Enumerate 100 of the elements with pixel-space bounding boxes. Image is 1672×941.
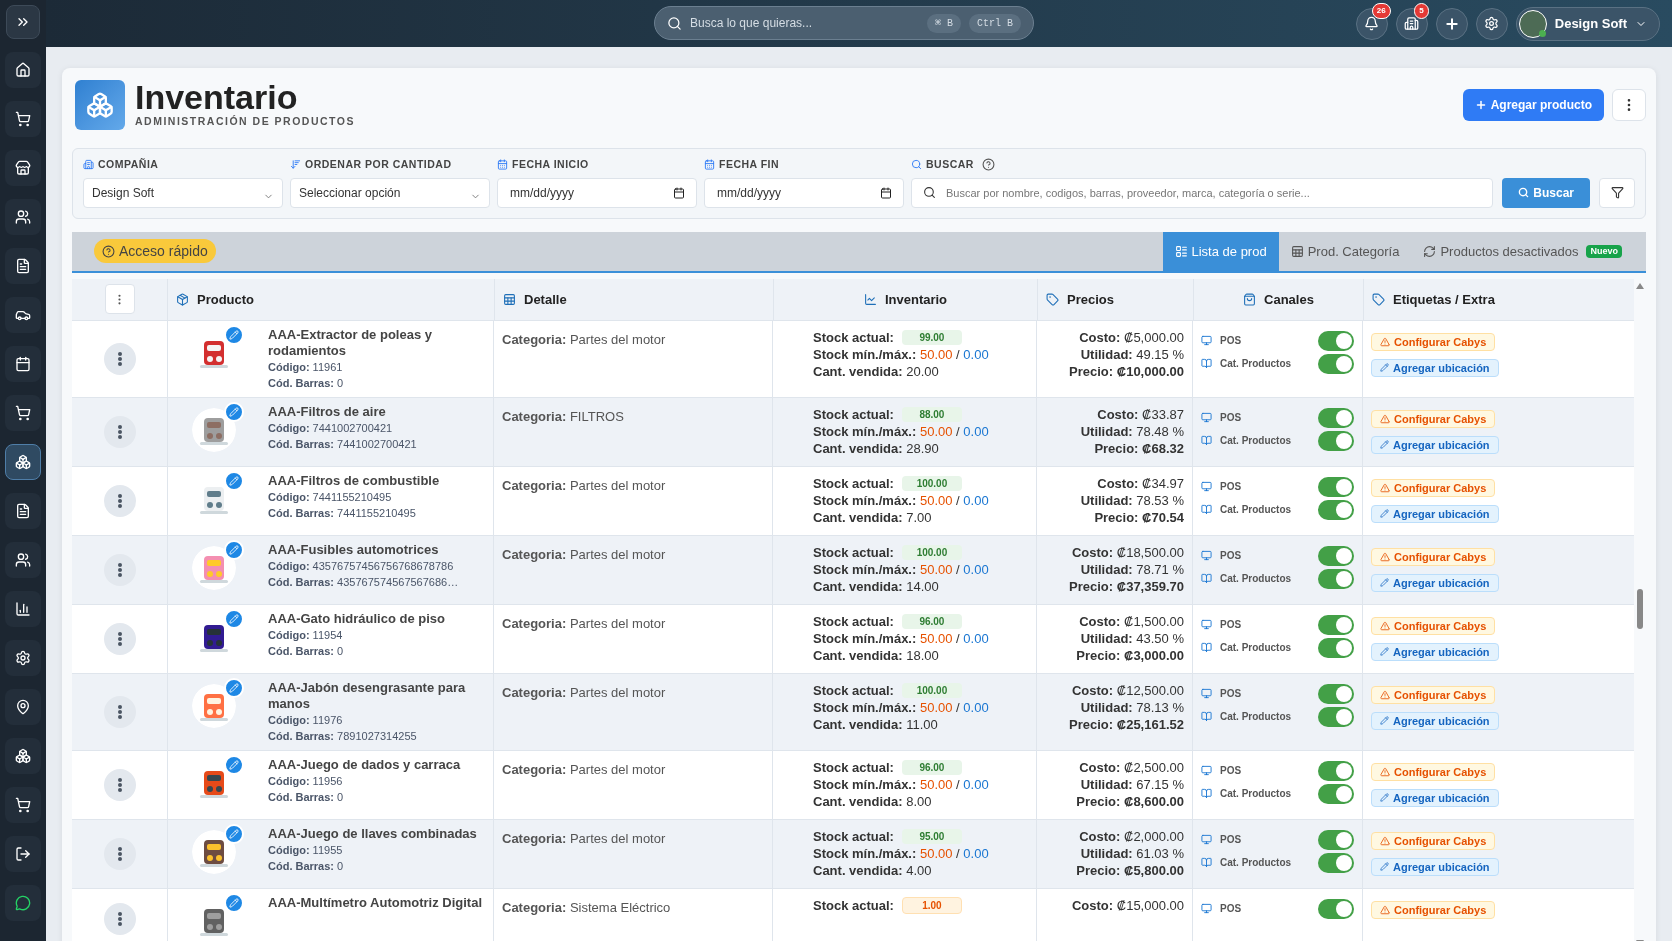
user-menu-button[interactable]: Design Soft [1515, 6, 1660, 41]
toggle-switch[interactable] [1318, 683, 1354, 704]
configure-tag[interactable]: Configurar Cabys [1371, 332, 1496, 351]
users-icon [15, 552, 31, 568]
tab[interactable]: Lista de prod [1162, 231, 1279, 271]
sidebar-item[interactable] [5, 787, 41, 823]
toggle-switch[interactable] [1318, 330, 1354, 351]
add-location-tag[interactable]: Agregar ubicación [1371, 573, 1499, 592]
toggle-switch[interactable] [1318, 760, 1354, 781]
filter-button[interactable] [1599, 177, 1635, 208]
sidebar-item[interactable] [5, 444, 41, 480]
settings-button[interactable] [1475, 7, 1508, 40]
add-product-button[interactable]: Agregar producto [1462, 89, 1604, 121]
toggle-switch[interactable] [1318, 706, 1354, 727]
toggle-switch[interactable] [1318, 545, 1354, 566]
price-line: Precio: ₡25,161.52 [1069, 715, 1184, 733]
search-button[interactable]: Buscar [1502, 177, 1590, 208]
product-code: Cód. Barras: 7891027314255 [268, 728, 418, 744]
pencil-icon [229, 406, 239, 417]
add-location-tag[interactable]: Agregar ubicación [1371, 857, 1499, 876]
edit-badge[interactable] [224, 608, 244, 629]
help-icon[interactable] [981, 158, 995, 172]
calendar-icon[interactable] [880, 186, 892, 199]
row-menu-button[interactable] [103, 342, 136, 375]
product-code: Cód. Barras: 7441155210495 [268, 505, 417, 521]
sidebar-item[interactable] [5, 836, 41, 872]
toggle-switch[interactable] [1318, 407, 1354, 428]
row-menu-button[interactable] [103, 484, 136, 517]
sidebar-item[interactable] [5, 297, 41, 333]
configure-tag[interactable]: Configurar Cabys [1371, 685, 1496, 704]
configure-tag[interactable]: Configurar Cabys [1371, 409, 1496, 428]
date-field[interactable]: mm/dd/yyyy [497, 177, 697, 208]
sidebar-item[interactable] [5, 248, 41, 284]
toggle-switch[interactable] [1318, 353, 1354, 374]
monitor-icon [1201, 481, 1212, 493]
search-icon [911, 159, 922, 171]
row-menu-button[interactable] [103, 622, 136, 655]
add-location-tag[interactable]: Agregar ubicación [1371, 788, 1499, 807]
sidebar-item[interactable] [5, 150, 41, 186]
add-location-tag[interactable]: Agregar ubicación [1371, 435, 1499, 454]
sidebar-item[interactable] [5, 199, 41, 235]
toggle-switch[interactable] [1318, 898, 1354, 919]
add-button[interactable] [1435, 7, 1468, 40]
toggle-switch[interactable] [1318, 852, 1354, 873]
scrollbar-thumb[interactable] [1637, 588, 1643, 629]
date-field[interactable]: mm/dd/yyyy [704, 177, 904, 208]
sidebar-item[interactable] [5, 346, 41, 382]
configure-tag[interactable]: Configurar Cabys [1371, 547, 1496, 566]
product-code: Código: 43576757456756768678786 [268, 558, 455, 574]
add-location-tag[interactable]: Agregar ubicación [1371, 358, 1499, 377]
edit-badge[interactable] [224, 754, 244, 775]
edit-badge[interactable] [224, 677, 244, 698]
tab[interactable]: Prod. Categoría [1278, 231, 1412, 271]
edit-badge[interactable] [224, 892, 244, 913]
global-search-field[interactable]: Busca lo que quieras... ⌘ B Ctrl B [654, 6, 1034, 40]
sidebar-item[interactable] [5, 689, 41, 725]
select-field[interactable]: Seleccionar opción [290, 177, 490, 208]
row-menu-button[interactable] [103, 695, 136, 728]
row-menu-button[interactable] [103, 415, 136, 448]
toggle-switch[interactable] [1318, 783, 1354, 804]
row-menu-button[interactable] [103, 553, 136, 586]
add-location-tag[interactable]: Agregar ubicación [1371, 642, 1499, 661]
sidebar-item[interactable] [5, 101, 41, 137]
quick-access-badge[interactable]: Acceso rápido [94, 239, 216, 264]
sidebar-item[interactable] [5, 738, 41, 774]
edit-badge[interactable] [224, 539, 244, 560]
configure-tag[interactable]: Configurar Cabys [1371, 831, 1496, 850]
edit-badge[interactable] [224, 324, 244, 345]
row-menu-button[interactable] [103, 837, 136, 870]
sidebar-item[interactable] [5, 640, 41, 676]
sidebar-item[interactable] [5, 493, 41, 529]
sidebar-item[interactable] [5, 591, 41, 627]
whatsapp-button[interactable] [5, 885, 41, 921]
sidebar-item[interactable] [5, 52, 41, 88]
toggle-switch[interactable] [1318, 829, 1354, 850]
configure-tag[interactable]: Configurar Cabys [1371, 900, 1496, 919]
scroll-up-icon[interactable] [1636, 282, 1644, 289]
toggle-switch[interactable] [1318, 637, 1354, 658]
tab[interactable]: Productos desactivados Nuevo [1411, 231, 1634, 271]
expand-sidebar-button[interactable] [6, 5, 40, 39]
sidebar-item[interactable] [5, 542, 41, 578]
add-location-tag[interactable]: Agregar ubicación [1371, 711, 1499, 730]
edit-badge[interactable] [224, 470, 244, 491]
configure-tag[interactable]: Configurar Cabys [1371, 616, 1496, 635]
toggle-switch[interactable] [1318, 476, 1354, 497]
configure-tag[interactable]: Configurar Cabys [1371, 478, 1496, 497]
add-location-tag[interactable]: Agregar ubicación [1371, 504, 1499, 523]
edit-badge[interactable] [224, 401, 244, 422]
select-field[interactable]: Design Soft [83, 177, 283, 208]
row-menu-button[interactable] [103, 902, 136, 935]
edit-badge[interactable] [224, 823, 244, 844]
toggle-switch[interactable] [1318, 430, 1354, 451]
sidebar-item[interactable] [5, 395, 41, 431]
toggle-switch[interactable] [1318, 568, 1354, 589]
configure-tag[interactable]: Configurar Cabys [1371, 762, 1496, 781]
toggle-switch[interactable] [1318, 499, 1354, 520]
calendar-icon[interactable] [673, 186, 685, 199]
row-menu-button[interactable] [103, 768, 136, 801]
toggle-switch[interactable] [1318, 614, 1354, 635]
search-field[interactable]: Buscar por nombre, codigos, barras, proveedor, marca, categoría o serie... [911, 177, 1494, 208]
